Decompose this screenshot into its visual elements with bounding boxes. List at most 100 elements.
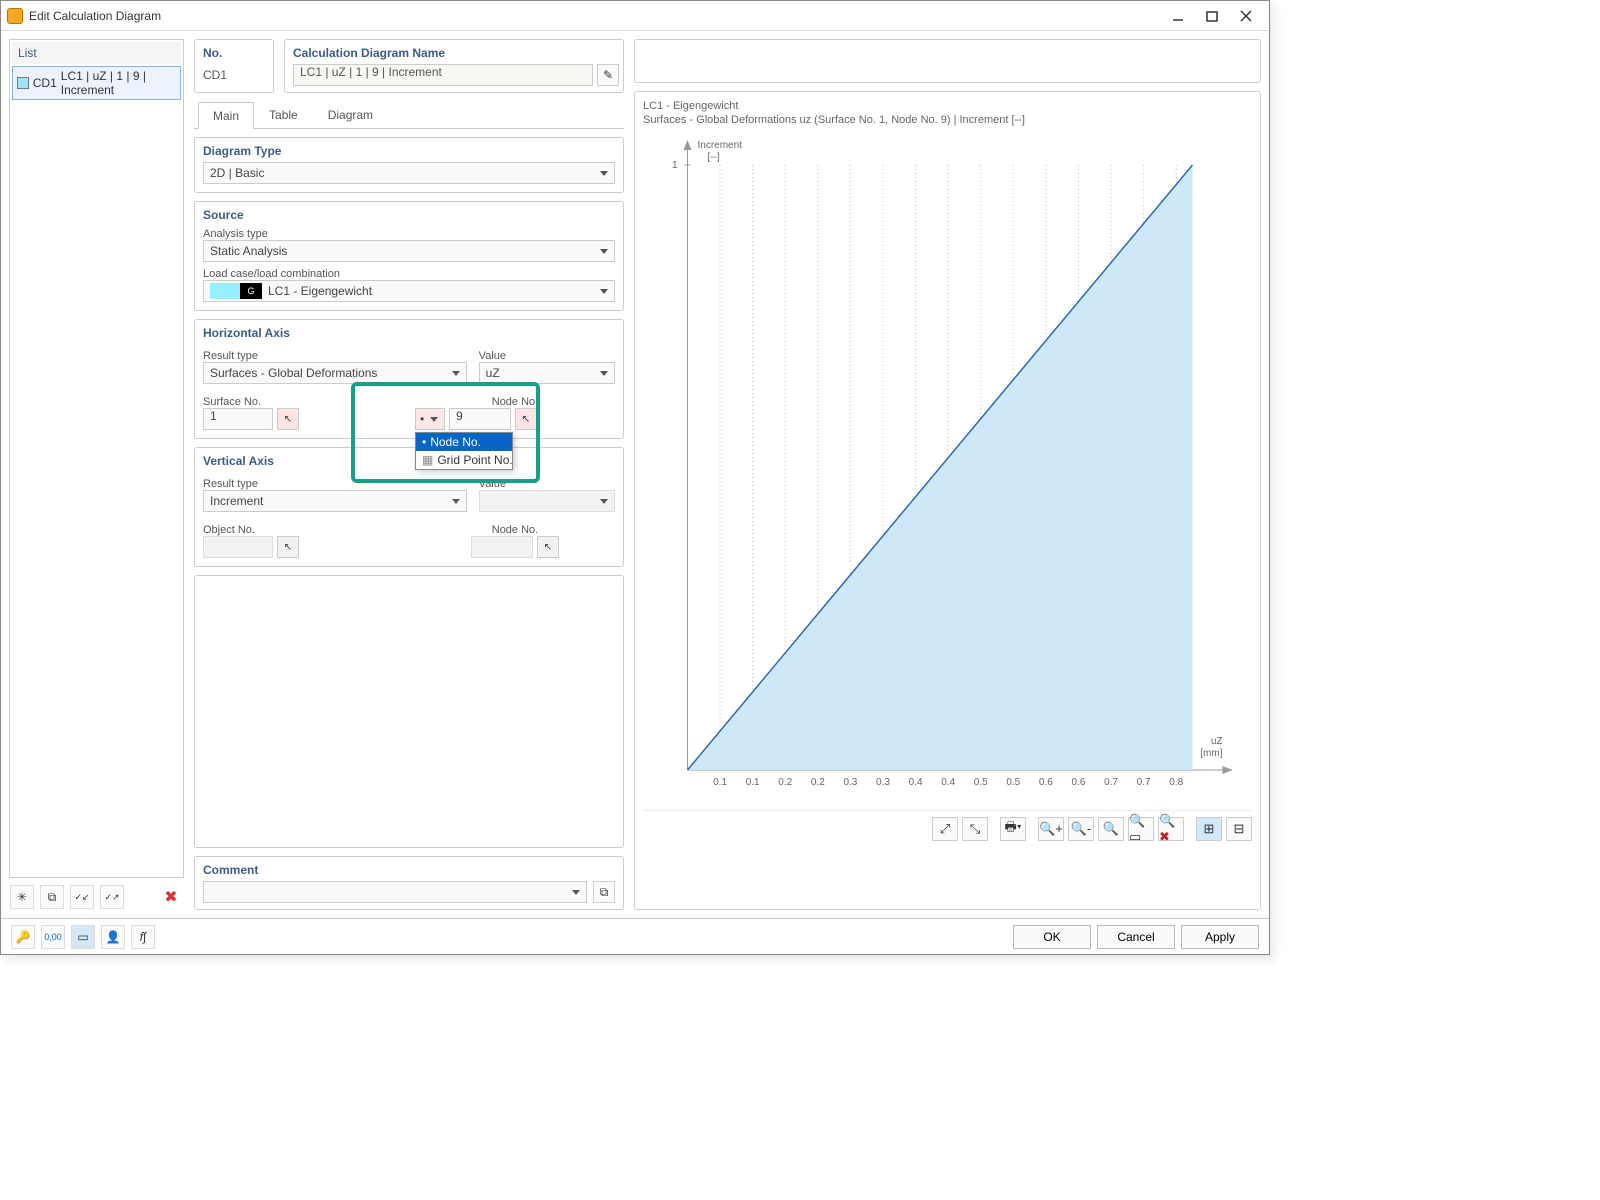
no-header: No. <box>195 40 273 64</box>
name-input[interactable]: LC1 | uZ | 1 | 9 | Increment <box>293 64 593 86</box>
zoom-in-button[interactable]: 🔍+ <box>1038 817 1064 841</box>
apply-button[interactable]: Apply <box>1181 925 1259 949</box>
x-axis-label: uZ <box>1211 736 1223 747</box>
analysis-label: Analysis type <box>203 228 615 240</box>
help-button[interactable]: 🔑 <box>11 925 35 949</box>
print-button[interactable]: 🖶▾ <box>1000 817 1026 841</box>
svg-text:0.5: 0.5 <box>1006 777 1020 788</box>
source-section: Source Analysis type Static Analysis Loa… <box>194 201 624 311</box>
svg-text:0.6: 0.6 <box>1039 777 1053 788</box>
diagram-type-section: Diagram Type 2D | Basic <box>194 137 624 193</box>
form-spacer <box>194 575 624 848</box>
list-panel: List CD1 LC1 | uZ | 1 | 9 | Increment <box>9 39 184 878</box>
titlebar: Edit Calculation Diagram <box>1 1 1269 31</box>
svg-text:0.2: 0.2 <box>778 777 792 788</box>
haxis-value-select[interactable]: uZ <box>479 362 615 384</box>
vaxis-value-label: Value <box>479 478 615 490</box>
y-axis-label: Increment <box>698 140 743 151</box>
lc-value: LC1 - Eigengewicht <box>268 284 372 298</box>
list-item-text: LC1 | uZ | 1 | 9 | Increment <box>61 69 176 97</box>
axis-y-button[interactable]: ⤡ <box>962 817 988 841</box>
tab-main[interactable]: Main <box>198 102 254 129</box>
snap-v-button[interactable]: ⊟ <box>1226 817 1252 841</box>
node-type-dropdown[interactable]: • Node No. ▦ Grid Point No. <box>415 432 513 470</box>
tab-diagram[interactable]: Diagram <box>313 101 388 128</box>
node-no-label: Node No. <box>415 396 615 408</box>
chart-panel: LC1 - Eigengewicht Surfaces - Global Def… <box>634 91 1261 910</box>
vaxis-obj-label: Object No. <box>203 524 403 536</box>
node-no-input[interactable]: 9 <box>449 408 511 430</box>
svg-text:0.1: 0.1 <box>746 777 760 788</box>
list-item[interactable]: CD1 LC1 | uZ | 1 | 9 | Increment <box>12 66 181 100</box>
svg-text:0.4: 0.4 <box>909 777 923 788</box>
comment-input[interactable] <box>203 881 587 903</box>
list-item-code: CD1 <box>33 76 57 90</box>
svg-text:0.8: 0.8 <box>1169 777 1183 788</box>
units-button[interactable]: 0,00 <box>41 925 65 949</box>
haxis-result-label: Result type <box>203 350 467 362</box>
lc-select[interactable]: G LC1 - Eigengewicht <box>203 280 615 302</box>
diagram-type-title: Diagram Type <box>203 144 615 158</box>
chart-subtitle: Surfaces - Global Deformations uz (Surfa… <box>643 114 1252 126</box>
dd-item-node[interactable]: • Node No. <box>416 433 512 451</box>
minimize-button[interactable] <box>1161 3 1195 29</box>
right-top-spacer <box>634 39 1261 83</box>
left-toolbar: ✳ ⧉ ✓↙ ✓↗ ✖ <box>9 884 184 910</box>
svg-text:0.3: 0.3 <box>876 777 890 788</box>
chart-plot: Increment [--] 1 uZ [mm] 0.10.10.20.20.3… <box>643 130 1252 810</box>
lc-label: Load case/load combination <box>203 268 615 280</box>
dd-item-gridpoint[interactable]: ▦ Grid Point No. <box>416 451 512 469</box>
user-button[interactable]: 👤 <box>101 925 125 949</box>
vaxis-result-select[interactable]: Increment <box>203 490 467 512</box>
view-button[interactable]: ▭ <box>71 925 95 949</box>
diagram-type-select[interactable]: 2D | Basic <box>203 162 615 184</box>
node-pick-button[interactable]: ↖ <box>515 408 537 430</box>
rename-icon[interactable]: ✎ <box>597 64 619 86</box>
maximize-button[interactable] <box>1195 3 1229 29</box>
surface-pick-button[interactable]: ↖ <box>277 408 299 430</box>
list-header: List <box>12 42 181 64</box>
surface-no-label: Surface No. <box>203 396 403 408</box>
haxis-section: Horizontal Axis Result type Surfaces - G… <box>194 319 624 439</box>
uncheck-button[interactable]: ✓↗ <box>100 885 124 909</box>
new-button[interactable]: ✳ <box>10 885 34 909</box>
zoom-out-button[interactable]: 🔍- <box>1068 817 1094 841</box>
lc-tag: G <box>240 283 262 299</box>
vaxis-obj-input <box>203 536 273 558</box>
analysis-select[interactable]: Static Analysis <box>203 240 615 262</box>
cancel-button[interactable]: Cancel <box>1097 925 1175 949</box>
vaxis-result-label: Result type <box>203 478 467 490</box>
left-column: List CD1 LC1 | uZ | 1 | 9 | Increment ✳ … <box>9 39 184 910</box>
svg-text:0.6: 0.6 <box>1072 777 1086 788</box>
haxis-result-select[interactable]: Surfaces - Global Deformations <box>203 362 467 384</box>
copy-button[interactable]: ⧉ <box>40 885 64 909</box>
snap-h-button[interactable]: ⊞ <box>1196 817 1222 841</box>
form-column: No. CD1 Calculation Diagram Name LC1 | u… <box>194 39 624 910</box>
name-panel: Calculation Diagram Name LC1 | uZ | 1 | … <box>284 39 624 93</box>
ok-button[interactable]: OK <box>1013 925 1091 949</box>
no-panel: No. CD1 <box>194 39 274 93</box>
zoom-reset-button[interactable]: 🔍✖ <box>1158 817 1184 841</box>
dialog-body: List CD1 LC1 | uZ | 1 | 9 | Increment ✳ … <box>1 31 1269 918</box>
chart-toolbar: ⤢ ⤡ 🖶▾ 🔍+ 🔍- 🔍 🔍▭ 🔍✖ ⊞ ⊟ <box>643 810 1252 841</box>
vaxis-section: Vertical Axis Result type Increment Valu… <box>194 447 624 567</box>
svg-text:0.1: 0.1 <box>713 777 727 788</box>
y-axis-unit: [--] <box>708 152 720 163</box>
zoom-window-button[interactable]: 🔍▭ <box>1128 817 1154 841</box>
axis-x-button[interactable]: ⤢ <box>932 817 958 841</box>
zoom-fit-button[interactable]: 🔍 <box>1098 817 1124 841</box>
comment-edit-button[interactable]: ⧉ <box>593 881 615 903</box>
dialog-footer: 🔑 0,00 ▭ 👤 f∫ OK Cancel Apply <box>1 918 1269 954</box>
delete-button[interactable]: ✖ <box>159 885 183 909</box>
comment-title: Comment <box>203 863 615 877</box>
svg-text:0.7: 0.7 <box>1104 777 1118 788</box>
check-button[interactable]: ✓↙ <box>70 885 94 909</box>
node-type-select[interactable]: • <box>415 408 445 430</box>
svg-text:0.4: 0.4 <box>941 777 955 788</box>
tab-table[interactable]: Table <box>254 101 313 128</box>
surface-no-input[interactable]: 1 <box>203 408 273 430</box>
haxis-title: Horizontal Axis <box>203 326 615 340</box>
close-button[interactable] <box>1229 3 1263 29</box>
vaxis-obj-pick: ↖ <box>277 536 299 558</box>
function-button[interactable]: f∫ <box>131 925 155 949</box>
